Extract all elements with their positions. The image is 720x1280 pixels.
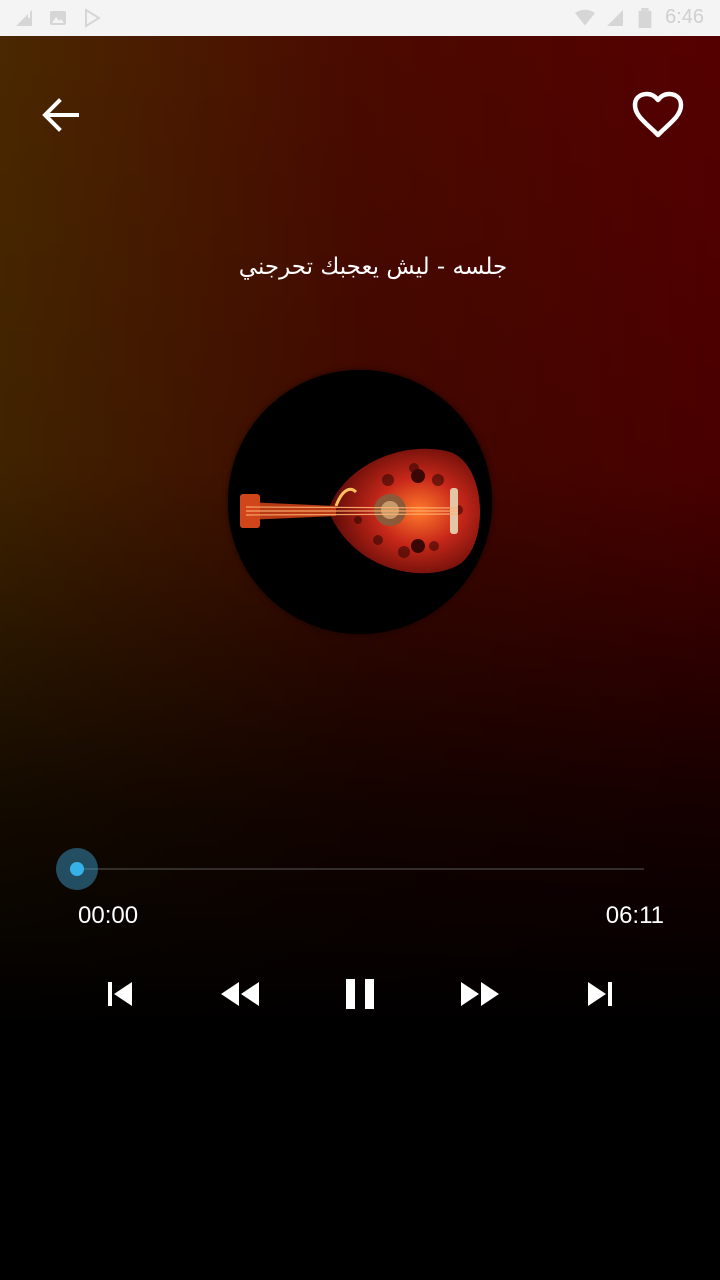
arrow-left-icon [42, 98, 79, 132]
clock-time: 6:46 [665, 6, 704, 28]
fast-forward-icon [461, 982, 499, 1006]
rewind-button[interactable] [212, 966, 268, 1022]
skip-previous-icon [108, 982, 132, 1006]
total-time: 06:11 [605, 902, 664, 929]
rewind-icon [221, 982, 259, 1006]
heart-outline-icon [632, 91, 684, 138]
signal-muted-icon [16, 10, 32, 26]
skip-next-button[interactable] [572, 966, 628, 1022]
pause-button[interactable] [332, 966, 388, 1022]
album-artwork [228, 370, 492, 634]
play-store-icon [85, 8, 101, 28]
pause-icon [346, 979, 374, 1009]
oud-instrument-artwork [228, 370, 492, 634]
seek-thumb[interactable] [70, 862, 84, 876]
track-title: جلسه - ليش يعجبك تحرجني [238, 254, 508, 280]
image-icon [50, 11, 66, 25]
cell-signal-icon [607, 9, 624, 26]
fast-forward-button[interactable] [452, 966, 508, 1022]
back-button[interactable] [38, 92, 84, 138]
skip-next-icon [588, 982, 612, 1006]
favorite-button[interactable] [632, 90, 684, 140]
seek-track [76, 868, 644, 870]
wifi-icon [575, 9, 596, 25]
seek-bar[interactable] [56, 848, 644, 890]
player-screen: جلسه - ليش يعجبك تحرجني 00:00 06:11 [0, 36, 720, 1280]
skip-previous-button[interactable] [92, 966, 148, 1022]
playback-controls [0, 966, 720, 1022]
current-time: 00:00 [78, 902, 139, 929]
battery-icon [638, 7, 652, 28]
status-bar: 6:46 [0, 0, 720, 36]
